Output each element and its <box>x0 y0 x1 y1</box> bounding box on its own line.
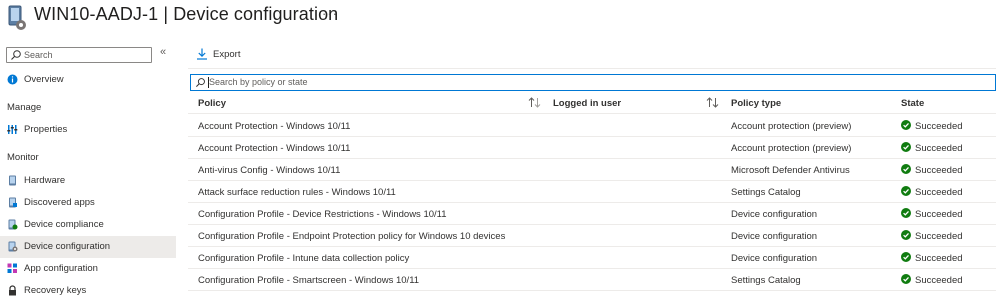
filter-search-input[interactable]: Search by policy or state <box>190 74 996 91</box>
success-check-icon <box>901 274 911 284</box>
blade-header: WIN10-AADJ-1 | Device configuration ··· <box>0 0 999 40</box>
table-header: Policy Logged in user Policy type State <box>188 92 996 114</box>
sidebar-item-recovery-keys[interactable]: Recovery keys <box>0 280 176 297</box>
main-content: Export Search by policy or state Policy … <box>188 40 999 297</box>
cell-policy-type: Device configuration <box>731 231 818 242</box>
cell-state: Succeeded <box>915 121 963 132</box>
success-check-icon <box>901 120 911 130</box>
sidebar-item-device-compliance[interactable]: Device compliance <box>0 214 176 236</box>
sidebar-item-label: Hardware <box>24 175 66 186</box>
cell-policy-type: Account protection (preview) <box>731 143 852 154</box>
section-heading-monitor: Monitor <box>7 152 39 163</box>
sidebar-item-device-configuration[interactable]: Device configuration <box>0 236 176 258</box>
sidebar-item-hardware[interactable]: Hardware <box>0 170 176 192</box>
configuration-icon <box>8 241 18 252</box>
sort-icon[interactable] <box>528 97 541 108</box>
info-icon <box>7 74 18 85</box>
success-check-icon <box>901 230 911 240</box>
sidebar-item-label: Device configuration <box>24 241 111 252</box>
sidebar-item-discovered-apps[interactable]: Discovered apps <box>0 192 176 214</box>
more-options-button[interactable]: ··· <box>322 6 338 21</box>
cell-state: Succeeded <box>915 165 963 176</box>
sidebar-item-properties[interactable]: Properties <box>0 119 176 141</box>
table-row[interactable]: Configuration Profile - Endpoint Protect… <box>188 225 996 247</box>
cell-policy-type: Account protection (preview) <box>731 121 852 132</box>
filter-placeholder: Search by policy or state <box>209 77 308 87</box>
app-config-icon <box>7 263 17 273</box>
collapse-sidebar-button[interactable]: « <box>160 46 166 58</box>
success-check-icon <box>901 164 911 174</box>
sidebar-item-label: Overview <box>24 74 64 85</box>
cell-state: Succeeded <box>915 275 963 286</box>
cell-state: Succeeded <box>915 253 963 264</box>
cell-policy-type: Settings Catalog <box>731 187 801 198</box>
cell-policy[interactable]: Configuration Profile - Intune data coll… <box>198 253 409 264</box>
cell-policy-type: Device configuration <box>731 253 818 264</box>
cell-policy-type: Settings Catalog <box>731 275 801 286</box>
cell-state: Succeeded <box>915 187 963 198</box>
search-icon <box>196 78 205 87</box>
page-title: WIN10-AADJ-1 | Device configuration <box>34 4 339 24</box>
hardware-icon <box>9 175 16 186</box>
cell-policy[interactable]: Configuration Profile - Smartscreen - Wi… <box>198 275 419 286</box>
sidebar-item-label: Recovery keys <box>24 285 87 296</box>
cell-policy[interactable]: Attack surface reduction rules - Windows… <box>198 187 396 198</box>
properties-icon <box>7 125 18 134</box>
sidebar-item-label: Device compliance <box>24 219 104 230</box>
sidebar: Search « Overview Manage Properties Moni… <box>0 40 180 297</box>
column-header-state[interactable]: State <box>901 98 924 109</box>
search-icon <box>11 50 21 60</box>
table-row[interactable]: Account Protection - Windows 10/11 Accou… <box>188 137 996 159</box>
success-check-icon <box>901 252 911 262</box>
sidebar-item-label: Properties <box>24 124 68 135</box>
table-row[interactable]: Anti-virus Config - Windows 10/11 Micros… <box>188 159 996 181</box>
sidebar-item-label: App configuration <box>24 263 98 274</box>
column-header-policy[interactable]: Policy <box>198 98 226 109</box>
sidebar-search-placeholder: Search <box>24 50 53 60</box>
column-header-policy-type[interactable]: Policy type <box>731 98 781 109</box>
table-row[interactable]: Configuration Profile - Smartscreen - Wi… <box>188 269 996 291</box>
table-row[interactable]: Configuration Profile - Intune data coll… <box>188 247 996 269</box>
device-gear-icon <box>8 5 26 30</box>
cell-policy[interactable]: Configuration Profile - Endpoint Protect… <box>198 231 505 242</box>
success-check-icon <box>901 208 911 218</box>
section-heading-manage: Manage <box>7 102 42 113</box>
lock-icon <box>9 285 16 296</box>
divider <box>188 68 996 69</box>
compliance-icon <box>8 219 18 230</box>
column-header-logged-in-user[interactable]: Logged in user <box>553 98 621 109</box>
cell-policy-type: Device configuration <box>731 209 818 220</box>
sidebar-search-input[interactable]: Search <box>6 47 152 63</box>
sidebar-item-app-configuration[interactable]: App configuration <box>0 258 176 280</box>
success-check-icon <box>901 142 911 152</box>
export-button[interactable]: Export <box>196 46 256 64</box>
cell-state: Succeeded <box>915 143 963 154</box>
success-check-icon <box>901 186 911 196</box>
cell-policy[interactable]: Account Protection - Windows 10/11 <box>198 121 350 132</box>
cell-policy[interactable]: Configuration Profile - Device Restricti… <box>198 209 447 220</box>
export-label: Export <box>213 49 241 60</box>
cell-policy[interactable]: Account Protection - Windows 10/11 <box>198 143 350 154</box>
apps-icon <box>9 197 17 208</box>
cell-policy-type: Microsoft Defender Antivirus <box>731 165 850 176</box>
sort-icon[interactable] <box>706 97 719 108</box>
table-row[interactable]: Attack surface reduction rules - Windows… <box>188 181 996 203</box>
table-row[interactable]: Configuration Profile - Device Restricti… <box>188 203 996 225</box>
sidebar-item-overview[interactable]: Overview <box>0 69 176 91</box>
cell-state: Succeeded <box>915 209 963 220</box>
table-row[interactable]: Account Protection - Windows 10/11 Accou… <box>188 115 996 137</box>
cell-policy[interactable]: Anti-virus Config - Windows 10/11 <box>198 165 340 176</box>
download-icon <box>197 48 207 60</box>
sidebar-item-label: Discovered apps <box>24 197 95 208</box>
cell-state: Succeeded <box>915 231 963 242</box>
